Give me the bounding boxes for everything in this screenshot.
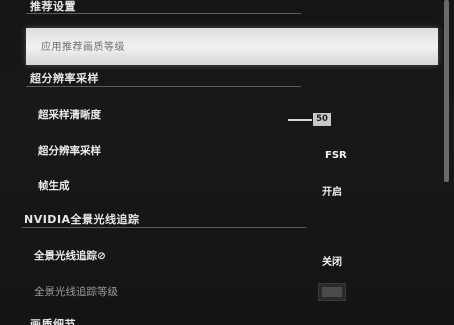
- section-divider: [26, 86, 301, 87]
- supersampling-clarity-label: 超采样清晰度: [38, 109, 101, 121]
- scrollbar[interactable]: [444, 0, 449, 182]
- apply-recommended-label: 应用推荐画质等级: [41, 42, 125, 53]
- section-title-raytracing: NVIDIA全景光线追踪: [24, 213, 140, 226]
- path-tracing-level-control[interactable]: [318, 283, 346, 301]
- section-divider: [22, 227, 306, 228]
- supersampling-clarity-slider[interactable]: [288, 119, 312, 121]
- supersampling-mode-label: 超分辨率采样: [38, 145, 101, 157]
- path-tracing-label: 全景光线追踪⊘: [34, 250, 106, 262]
- path-tracing-level-label: 全景光线追踪等级: [34, 286, 118, 298]
- section-title-supersampling: 超分辨率采样: [30, 72, 99, 85]
- section-title-recommend: 推荐设置: [30, 0, 76, 13]
- supersampling-clarity-value[interactable]: 50: [313, 113, 331, 126]
- section-divider: [26, 13, 301, 14]
- settings-screen: 推荐设置 应用推荐画质等级 超分辨率采样 超采样清晰度 50 超分辨率采样 FS…: [0, 0, 454, 325]
- apply-recommended-button[interactable]: 应用推荐画质等级: [26, 28, 438, 65]
- frame-generation-value[interactable]: 开启: [322, 183, 342, 198]
- supersampling-mode-value[interactable]: FSR: [325, 150, 347, 161]
- section-title-quality: 画质细节: [30, 318, 76, 325]
- path-tracing-value[interactable]: 关闭: [322, 253, 342, 268]
- frame-generation-label: 帧生成: [38, 180, 70, 192]
